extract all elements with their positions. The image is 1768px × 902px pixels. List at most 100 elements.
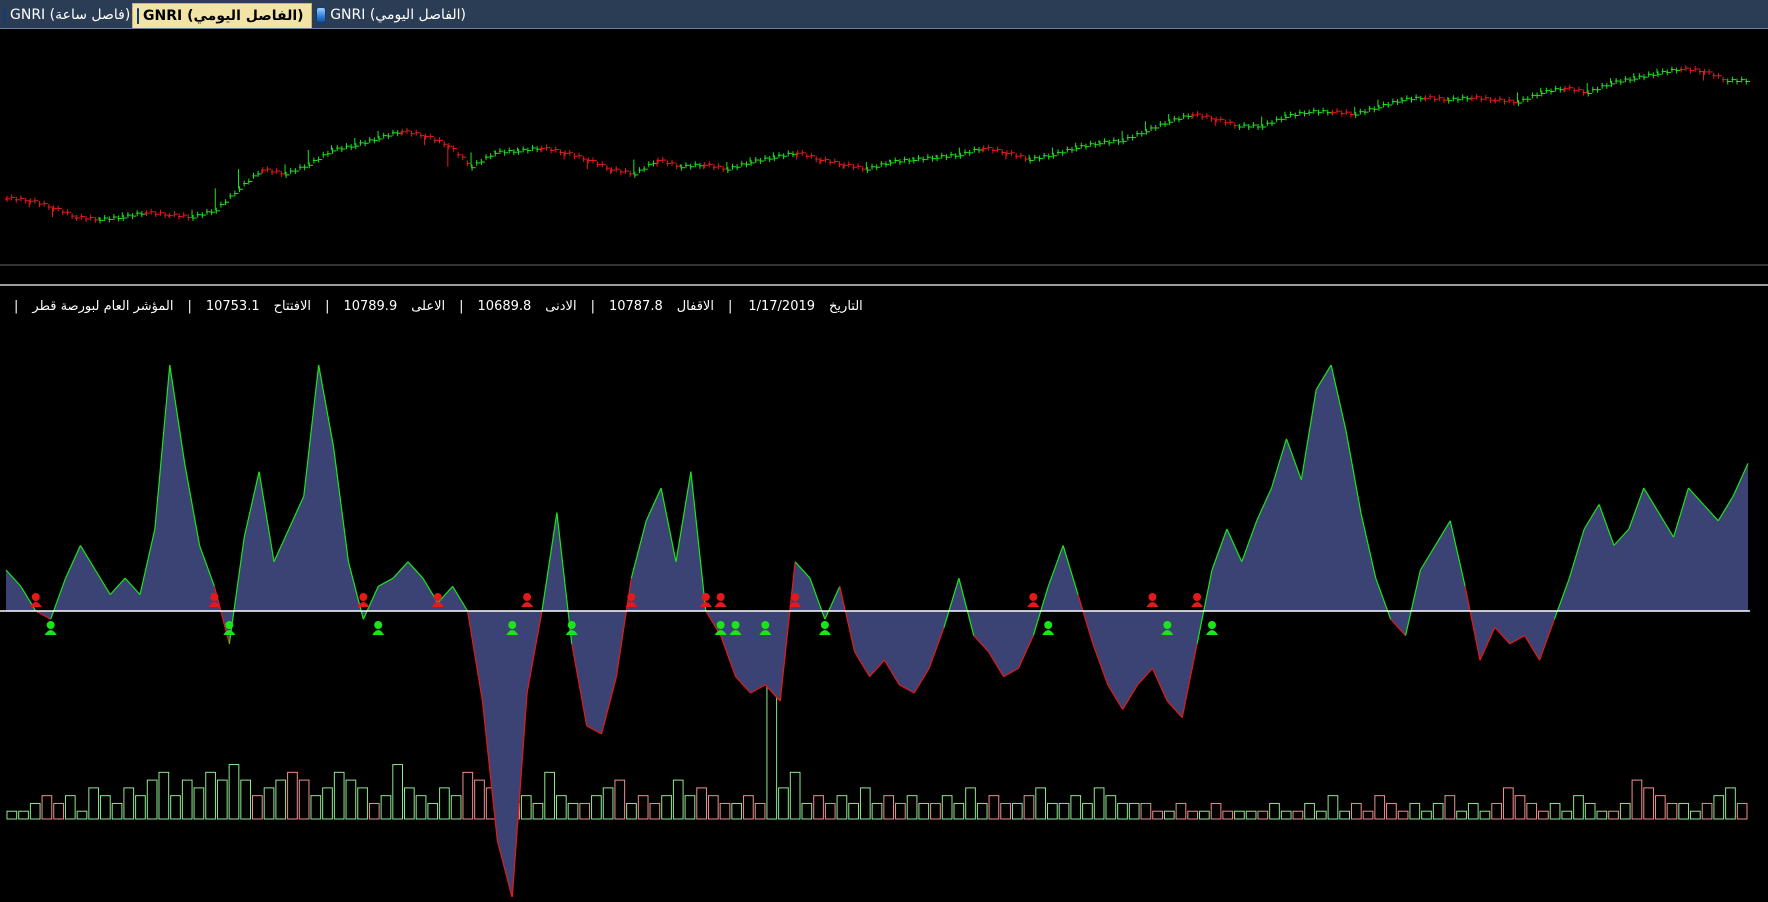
- volume-bar: [1538, 810, 1549, 820]
- volume-bar: [731, 802, 743, 820]
- chart-area[interactable]: التاريخ 1/17/2019 | الاقفال 10787.8 | ال…: [0, 29, 1768, 902]
- volume-bar: [41, 795, 53, 820]
- volume-bar: [1713, 795, 1725, 820]
- volume-bar: [298, 779, 310, 820]
- volume-bar: [918, 802, 930, 820]
- volume-bar: [263, 787, 275, 820]
- volume-bar: [930, 802, 941, 820]
- volume-bar: [1596, 810, 1608, 820]
- volume-bar: [1643, 787, 1654, 820]
- volume-bar: [1666, 802, 1678, 820]
- volume-bar: [415, 795, 427, 820]
- volume-bar: [1105, 795, 1117, 820]
- sell-person-icon: [29, 593, 42, 607]
- volume-bar: [170, 795, 181, 820]
- volume-bar: [1386, 802, 1397, 820]
- volume-bar: [1456, 810, 1467, 820]
- volume-bar: [1491, 802, 1502, 820]
- volume-bar: [1163, 810, 1175, 820]
- volume-bar: [1058, 802, 1070, 820]
- buy-person-icon: [818, 621, 831, 635]
- sell-person-icon: [1191, 593, 1204, 607]
- sell-person-icon-body: [29, 602, 42, 607]
- volume-bar: [1479, 810, 1491, 820]
- volume-bar: [859, 787, 871, 820]
- buy-person-icon-head: [716, 621, 725, 629]
- volume-bar: [158, 771, 170, 820]
- volume-bar: [1362, 810, 1374, 820]
- volume-bar: [614, 779, 626, 820]
- buy-person-icon-head: [1208, 621, 1216, 629]
- volume-bar: [345, 779, 357, 820]
- sell-person-icon-head: [359, 593, 368, 601]
- buy-person-icon-head: [1163, 621, 1172, 629]
- volume-bar: [181, 779, 193, 820]
- sell-person-icon-head: [1148, 593, 1157, 601]
- buy-person-icon-head: [1044, 621, 1053, 629]
- buy-person-icon-body: [223, 630, 236, 635]
- sell-person-icon-head: [791, 593, 800, 601]
- buy-person-icon-head: [761, 621, 770, 629]
- volume-bar: [1327, 795, 1339, 820]
- buy-person-icon-head: [374, 621, 383, 629]
- volume-bar: [766, 678, 778, 820]
- volume-bar: [287, 771, 298, 820]
- volume-bar: [1421, 810, 1432, 820]
- sell-person-icon: [1146, 593, 1159, 607]
- volume-bar: [1199, 810, 1210, 820]
- volume-bar: [1374, 795, 1386, 820]
- volume-bar: [392, 764, 404, 820]
- volume-bar: [1549, 802, 1561, 820]
- volume-bar: [1175, 802, 1187, 820]
- volume-bar: [1514, 795, 1526, 820]
- volume-bar: [1608, 810, 1619, 820]
- volume-bar: [941, 795, 953, 820]
- tab-gnri-hourly[interactable]: GNRI (فاصل ساعة): [0, 3, 130, 27]
- buy-person-icon: [372, 621, 385, 635]
- sell-person-icon-body: [714, 602, 727, 607]
- volume-bar: [988, 795, 1000, 820]
- volume-bar: [895, 802, 906, 820]
- volume-bar: [88, 787, 100, 820]
- chart-db-icon: [316, 7, 327, 23]
- sell-person-icon-head: [31, 593, 40, 601]
- tab-gnri-daily-active[interactable]: GNRI (الفاصل اليومي) ✕: [132, 3, 327, 28]
- buy-person-icon: [1206, 621, 1218, 635]
- buy-person-icon-body: [372, 630, 385, 635]
- volume-bar: [719, 802, 731, 820]
- volume-bar: [637, 795, 649, 820]
- volume-bar: [1035, 787, 1047, 820]
- volume-bar: [135, 795, 146, 820]
- buy-person-icon-head: [508, 621, 517, 629]
- oscillator-chart[interactable]: [0, 287, 1768, 897]
- volume-bar: [1093, 787, 1105, 820]
- volume-bar: [310, 795, 322, 820]
- buy-person-icon-head: [567, 621, 576, 629]
- buy-person-icon-body: [1042, 630, 1055, 635]
- price-chart[interactable]: [0, 29, 1768, 265]
- volume-bar: [1467, 802, 1479, 820]
- buy-person-icon-head: [225, 621, 234, 629]
- volume-bar: [322, 787, 333, 820]
- volume-bar: [427, 802, 439, 820]
- sell-person-icon-body: [521, 602, 534, 607]
- sell-person-icon: [714, 593, 727, 607]
- volume-bar: [1140, 802, 1152, 820]
- volume-bar: [216, 779, 228, 820]
- volume-bar: [333, 771, 345, 820]
- tab-gnri-daily[interactable]: GNRI (الفاصل اليومي): [312, 3, 472, 27]
- sell-person-icon-head: [433, 593, 442, 601]
- volume-bar: [1678, 802, 1690, 820]
- volume-bar: [649, 802, 661, 820]
- volume-bar: [1187, 810, 1199, 820]
- volume-bar: [462, 771, 474, 820]
- buy-person-icon: [1042, 621, 1055, 635]
- volume-bar: [579, 802, 591, 820]
- volume-bar: [1432, 802, 1444, 820]
- volume-bar: [1526, 802, 1538, 820]
- tab-label: GNRI (فاصل ساعة): [10, 7, 131, 23]
- tab-label: GNRI (الفاصل اليومي): [143, 8, 304, 24]
- volume-bar: [100, 795, 111, 820]
- sell-person-icon-head: [627, 593, 636, 601]
- volume-bar: [1690, 810, 1701, 820]
